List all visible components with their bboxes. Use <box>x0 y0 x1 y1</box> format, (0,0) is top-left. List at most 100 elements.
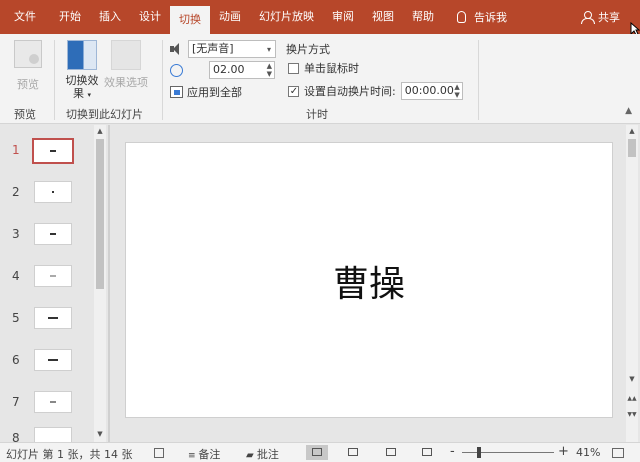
scroll-down-icon[interactable]: ▼ <box>94 428 106 440</box>
thumbnail-item[interactable]: 1 <box>0 138 92 164</box>
group-label-preview: 预览 <box>14 108 36 121</box>
person-icon <box>581 11 595 24</box>
slide-editor: 曹操 <box>110 125 626 442</box>
slide-title-text[interactable]: 曹操 <box>126 255 612 307</box>
tab-help[interactable]: 帮助 <box>403 0 443 34</box>
slide-thumbnail[interactable] <box>34 181 72 203</box>
sound-value: [无声音] <box>192 42 234 55</box>
after-time-checkbox[interactable] <box>288 85 299 97</box>
on-click-option[interactable]: 单击鼠标时 <box>288 60 359 76</box>
speaker-icon <box>170 43 182 55</box>
zoom-slider-knob[interactable] <box>477 447 481 458</box>
comments-button[interactable]: ▰ 批注 <box>246 446 279 462</box>
thumbnail-item[interactable]: 3 <box>0 223 92 247</box>
after-time-spinner[interactable]: 00:00.00 ▲ ▼ <box>400 82 463 100</box>
thumbnail-number: 2 <box>12 185 20 199</box>
preview-icon <box>14 40 42 68</box>
thumbnail-number: 1 <box>12 143 20 157</box>
transition-icon <box>67 40 97 70</box>
next-slide-icon[interactable]: ▼▼ <box>626 409 638 421</box>
preview-button[interactable]: 预览 <box>8 40 48 92</box>
slide-thumbnail[interactable] <box>34 427 72 442</box>
effect-options-button[interactable]: 效果选项 <box>102 40 150 90</box>
slide-thumbnail[interactable] <box>34 307 72 329</box>
tell-me-label: 告诉我 <box>474 11 507 24</box>
comments-label: 批注 <box>256 448 279 461</box>
thumbnail-scrollbar[interactable]: ▲ ▼ <box>94 125 106 442</box>
apply-all-label: 应用到全部 <box>187 86 242 99</box>
thumbnail-item[interactable]: 5 <box>0 307 92 331</box>
scroll-thumb[interactable] <box>628 139 636 157</box>
thumbnail-item[interactable]: 4 <box>0 265 92 289</box>
tab-review[interactable]: 审阅 <box>323 0 363 34</box>
after-time-option[interactable]: 设置自动换片时间: 00:00.00 ▲▼ <box>288 82 463 100</box>
duration-spinner[interactable]: 02.00 ▲ ▼ <box>209 61 275 79</box>
lightbulb-icon <box>457 11 466 23</box>
scroll-up-icon[interactable]: ▲ <box>626 125 638 137</box>
apply-all-button[interactable]: 应用到全部 <box>170 84 242 100</box>
transition-effect-label-line2: 果 <box>72 87 84 100</box>
normal-view-button[interactable] <box>306 445 328 460</box>
thumbnail-number: 5 <box>12 311 20 325</box>
tab-design[interactable]: 设计 <box>130 0 170 34</box>
scroll-down-icon[interactable]: ▼ <box>626 373 638 385</box>
scroll-up-icon[interactable]: ▲ <box>94 125 106 137</box>
reading-view-icon <box>386 448 396 456</box>
group-divider <box>478 40 479 120</box>
spinner-arrows-icon[interactable]: ▲ ▼ <box>267 62 272 78</box>
tab-transitions[interactable]: 切换 <box>170 6 210 34</box>
reading-view-button[interactable] <box>380 445 402 460</box>
tell-me-box[interactable]: 告诉我 <box>443 9 507 25</box>
slide-thumbnail[interactable] <box>34 223 72 245</box>
share-button[interactable]: 共享 <box>581 0 620 34</box>
chevron-down-icon: ▾ <box>266 45 271 54</box>
status-bar: 幻灯片 第 1 张，共 14 张 ≡ 备注 ▰ 批注 - + 41% <box>0 442 640 462</box>
sound-dropdown[interactable]: [无声音] ▾ <box>188 40 276 58</box>
tab-view[interactable]: 视图 <box>363 0 403 34</box>
collapse-ribbon-icon[interactable]: ▲ <box>625 106 632 116</box>
slideshow-button[interactable] <box>416 445 438 460</box>
slide-thumbnail[interactable] <box>32 138 74 164</box>
notes-button[interactable]: ≡ 备注 <box>188 446 220 462</box>
slide-thumbnail[interactable] <box>34 265 72 287</box>
group-divider <box>54 40 55 120</box>
slide-thumbnail[interactable] <box>34 391 72 413</box>
scroll-thumb[interactable] <box>96 139 104 289</box>
thumbnail-item[interactable]: 6 <box>0 349 92 373</box>
comment-icon: ▰ <box>246 450 257 461</box>
zoom-slider-track[interactable] <box>462 452 554 453</box>
on-click-checkbox[interactable] <box>288 62 299 74</box>
zoom-in-button[interactable]: + <box>558 444 569 459</box>
transition-effect-label-line1: 切换效 <box>65 74 99 87</box>
editor-scrollbar[interactable]: ▲ ▼ ▲▲ ▼▼ <box>626 125 638 442</box>
on-click-label: 单击鼠标时 <box>304 62 359 75</box>
previous-slide-icon[interactable]: ▲▲ <box>626 393 638 405</box>
sound-row: [无声音] ▾ <box>170 40 276 58</box>
thumbnail-number: 8 <box>12 431 20 442</box>
tab-animations[interactable]: 动画 <box>210 0 250 34</box>
thumbnail-item[interactable]: 7 <box>0 391 92 415</box>
zoom-level[interactable]: 41% <box>576 446 600 459</box>
zoom-out-button[interactable]: - <box>450 444 455 459</box>
fit-to-window-icon[interactable] <box>612 446 627 459</box>
slide-canvas[interactable]: 曹操 <box>125 142 613 418</box>
tab-slideshow[interactable]: 幻灯片放映 <box>250 0 323 34</box>
thumbnail-item[interactable]: 8 <box>0 427 92 442</box>
notes-icon: ≡ <box>188 451 199 461</box>
tab-home[interactable]: 开始 <box>50 0 90 34</box>
group-divider <box>162 40 163 120</box>
slide-sorter-button[interactable] <box>342 445 364 460</box>
tab-insert[interactable]: 插入 <box>90 0 130 34</box>
thumbnail-item[interactable]: 2 <box>0 181 92 205</box>
normal-view-icon <box>312 448 322 456</box>
spinner-arrows-icon[interactable]: ▲ ▼ <box>454 83 459 99</box>
transition-effect-button[interactable]: 切换效 果 ▾ <box>60 40 104 102</box>
slideshow-icon <box>422 448 432 456</box>
group-label-timing: 计时 <box>306 108 328 121</box>
accessibility-icon[interactable] <box>154 446 167 459</box>
slide-count-status: 幻灯片 第 1 张，共 14 张 <box>6 448 133 461</box>
slide-thumbnail-pane: 1 2 3 4 5 6 7 8 ▲ ▼ <box>0 125 108 442</box>
tab-file[interactable]: 文件 <box>0 0 50 34</box>
after-time-value: 00:00.00 <box>404 84 454 97</box>
slide-thumbnail[interactable] <box>34 349 72 371</box>
